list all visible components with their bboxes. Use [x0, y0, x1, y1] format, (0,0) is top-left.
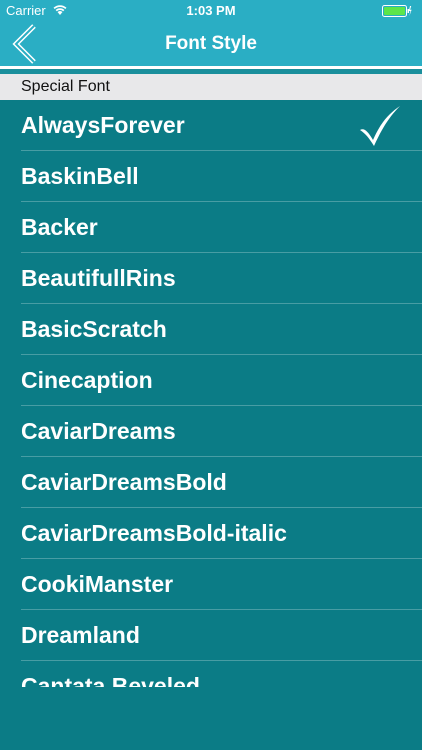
checkmark-icon: [360, 106, 400, 146]
font-list-item[interactable]: BeautifullRins: [0, 253, 422, 304]
battery-icon: [382, 5, 412, 17]
section-header: Special Font: [0, 74, 422, 100]
font-list-item[interactable]: Cinecaption: [0, 355, 422, 406]
font-list[interactable]: AlwaysForever BaskinBell Backer BeautifullR…: [0, 100, 422, 687]
font-name-label: BeautifullRins: [21, 265, 176, 291]
font-name-label: BaskinBell: [21, 163, 139, 189]
font-list-item[interactable]: Dreamland: [0, 610, 422, 661]
font-name-label: CaviarDreamsBold: [21, 469, 227, 495]
font-name-label: BasicScratch: [21, 316, 167, 342]
font-name-label: Cantata Beveled: [21, 673, 200, 687]
font-list-item[interactable]: Cantata Beveled: [0, 661, 422, 687]
font-list-item[interactable]: CaviarDreams: [0, 406, 422, 457]
font-list-item[interactable]: CaviarDreamsBold: [0, 457, 422, 508]
navigation-bar: Font Style: [0, 22, 422, 66]
font-list-item[interactable]: AlwaysForever: [0, 100, 422, 151]
status-time: 1:03 PM: [186, 3, 236, 18]
font-name-label: CookiManster: [21, 571, 174, 597]
font-list-item[interactable]: BasicScratch: [0, 304, 422, 355]
font-name-label: CaviarDreamsBold-italic: [21, 520, 287, 546]
font-list-item[interactable]: Backer: [0, 202, 422, 253]
font-name-label: Cinecaption: [21, 367, 153, 393]
status-bar: Carrier 1:03 PM: [0, 0, 422, 22]
page-title: Font Style: [165, 33, 257, 54]
font-list-item[interactable]: CaviarDreamsBold-italic: [0, 508, 422, 559]
font-list-item[interactable]: CookiManster: [0, 559, 422, 610]
font-name-label: Dreamland: [21, 622, 140, 648]
font-list-item[interactable]: BaskinBell: [0, 151, 422, 202]
font-name-label: Backer: [21, 214, 98, 240]
font-name-label: AlwaysForever: [21, 112, 185, 138]
font-name-label: CaviarDreams: [21, 418, 176, 444]
